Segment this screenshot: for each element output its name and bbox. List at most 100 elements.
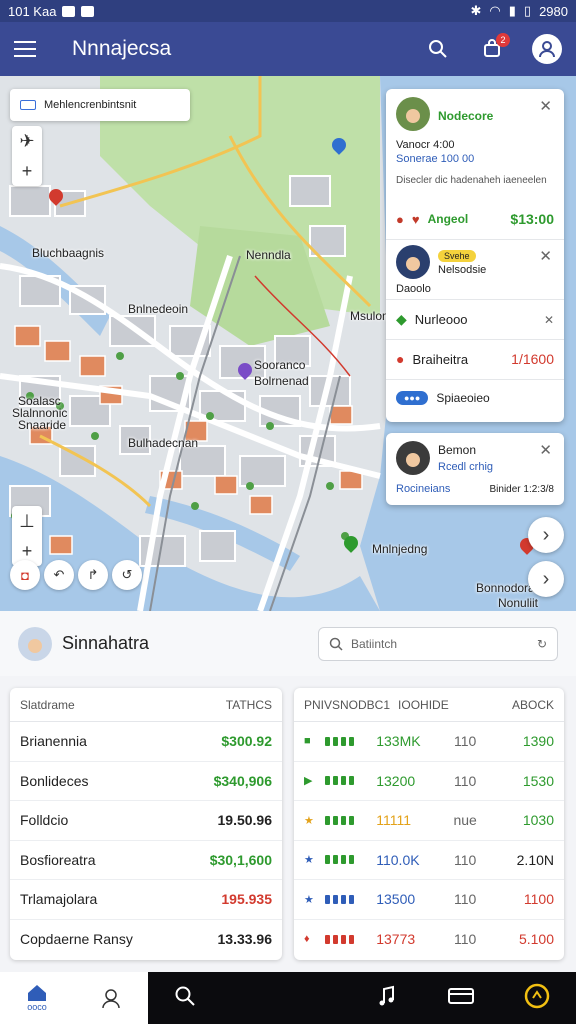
row-total: 1530 bbox=[522, 772, 554, 789]
cart-button[interactable]: 2 bbox=[478, 33, 510, 63]
close-icon[interactable]: ✕ bbox=[544, 313, 554, 327]
avatar[interactable] bbox=[18, 626, 52, 661]
next-button[interactable]: › bbox=[528, 517, 564, 553]
search-placeholder: Batiintch bbox=[351, 636, 398, 651]
row-total: 2.10N bbox=[516, 851, 554, 868]
table-row[interactable]: Bonlideces $340,906 bbox=[10, 762, 282, 801]
table-row[interactable]: Bosfioreatra $30,1,600 bbox=[10, 841, 282, 880]
table-row[interactable]: Folldcio 19.50.96 bbox=[10, 801, 282, 841]
zoom-in-icon: + bbox=[21, 540, 33, 561]
place-panel: ✕ Nodecore Vanocr 4:00 Sonerae 100 00 Di… bbox=[386, 89, 564, 422]
history-button[interactable]: ↺ bbox=[112, 560, 142, 590]
row-label: Brianennia bbox=[20, 733, 87, 750]
search-button[interactable] bbox=[424, 35, 452, 63]
nav-music[interactable] bbox=[376, 985, 398, 1012]
person-sub: Rcedl crhig bbox=[438, 461, 494, 473]
level-dots bbox=[324, 736, 377, 746]
search-icon bbox=[175, 986, 195, 1006]
tilt-button[interactable]: ↱ bbox=[78, 560, 108, 590]
row-count: 110 bbox=[453, 891, 477, 908]
row-amount: 13.33.96 bbox=[217, 931, 273, 948]
status-bar: 101 Kaa ✱ ◠ ▮ ▯ 2980 bbox=[0, 0, 576, 22]
row-count: 110 bbox=[453, 851, 477, 868]
place-description: Disecler dic hadenaheh iaeneelen bbox=[396, 175, 547, 186]
table-row[interactable]: ▶ 13200 110 1530 bbox=[294, 762, 564, 801]
location-icon: ⊥ bbox=[19, 510, 35, 531]
bluetooth-icon: ✱ bbox=[470, 3, 482, 18]
table-row[interactable]: Trlamajolara 195.935 bbox=[10, 880, 282, 920]
leaf-icon: ◆ bbox=[396, 311, 407, 327]
heart-icon: ♥ bbox=[411, 211, 420, 227]
map-label: Nenndla bbox=[246, 248, 291, 262]
record-button[interactable]: ◘ bbox=[10, 560, 40, 590]
left-table: Slatdrame TATHCS Brianennia $300.92 Bonlid… bbox=[10, 688, 282, 960]
search-icon bbox=[429, 40, 447, 58]
place-sub-2: Sonerae 100 00 bbox=[396, 153, 475, 165]
compass-icon: ✈ bbox=[19, 130, 35, 151]
map-search-chip[interactable]: Mehlencrenbintsnit bbox=[10, 89, 190, 121]
table-row[interactable]: ★ 13500 110 1100 bbox=[294, 880, 564, 920]
row-value: 11111 bbox=[376, 812, 412, 829]
card-icon bbox=[448, 987, 474, 1004]
panel-row[interactable]: ◆ Nurleooo ✕ bbox=[396, 311, 554, 328]
table-row[interactable]: ★ 11111 nue 1030 bbox=[294, 801, 564, 841]
nav-home[interactable]: ooco bbox=[26, 984, 48, 1012]
nav-search[interactable] bbox=[174, 985, 196, 1012]
person-icon bbox=[102, 989, 120, 1009]
compass-control[interactable]: ✈ + bbox=[12, 126, 42, 186]
user-name: Sinnahatra bbox=[62, 633, 150, 653]
notification-icon bbox=[62, 5, 76, 17]
table-row[interactable]: Brianennia $300.92 bbox=[10, 722, 282, 762]
map-view[interactable]: Mehlencrenbintsnit ✈ + ⊥ + ◘ ↶ ↱ ↺ Bluch… bbox=[0, 76, 576, 611]
map-label: Mnlnjedng bbox=[372, 542, 428, 556]
row-label: Bosfioreatra bbox=[20, 851, 96, 868]
table-row[interactable]: ★ 110.0K 110 2.10N bbox=[294, 841, 564, 880]
signal-icon: ▮ bbox=[508, 3, 516, 18]
avatar bbox=[396, 97, 430, 131]
row-value: 110.0K bbox=[376, 851, 420, 868]
place-sub: Vanocr 4:00 bbox=[396, 139, 455, 151]
details-link[interactable]: Rocineians bbox=[396, 483, 450, 495]
table-row[interactable]: ♦ 13773 110 5.100 bbox=[294, 920, 564, 960]
clock: 2980 bbox=[539, 3, 568, 19]
tag-icon: ● bbox=[396, 211, 404, 227]
row-label: Trlamajolara bbox=[20, 891, 98, 908]
person-card[interactable]: ✕ Bemon Rcedl crhig Rocineians Binider 1… bbox=[386, 433, 564, 505]
nav-coins[interactable] bbox=[524, 983, 550, 1014]
panel-row[interactable]: ●●● Spiaeoieo bbox=[396, 391, 554, 405]
map-label: Bluchbaagnis bbox=[32, 246, 105, 260]
map-label: Nonuliit bbox=[498, 596, 539, 610]
search-input[interactable]: Batiintch ↻ bbox=[318, 626, 558, 661]
nav-home-label: ooco bbox=[27, 1002, 47, 1012]
menu-icon[interactable] bbox=[14, 41, 36, 57]
status-text: 101 Kaa bbox=[8, 3, 57, 19]
layers-icon bbox=[20, 100, 36, 110]
row-amount: $300.92 bbox=[221, 733, 272, 750]
level-dots bbox=[324, 855, 377, 865]
rotate-button[interactable]: ↶ bbox=[44, 560, 74, 590]
refresh-icon[interactable]: ↻ bbox=[537, 637, 547, 651]
profile-button[interactable] bbox=[532, 34, 562, 64]
table-header: IOOHIDE bbox=[398, 697, 449, 712]
status-marker-icon: ♦ bbox=[304, 933, 310, 946]
map-label: Bulhadecnan bbox=[128, 436, 199, 450]
row-value: 13773 bbox=[376, 931, 416, 948]
nav-cards[interactable] bbox=[448, 986, 474, 1011]
chevron-right-icon: › bbox=[542, 567, 550, 590]
row-label: Folldcio bbox=[20, 812, 69, 829]
row-count: 110 bbox=[453, 772, 477, 789]
zoom-control[interactable]: ⊥ + bbox=[12, 506, 42, 566]
map-search-text: Mehlencrenbintsnit bbox=[44, 99, 137, 111]
row-value: 13500 bbox=[376, 891, 416, 908]
row-total: 1030 bbox=[522, 812, 554, 829]
row-label: Copdaerne Ransy bbox=[20, 931, 133, 948]
search-icon bbox=[329, 637, 343, 651]
nav-profile[interactable] bbox=[100, 987, 122, 1009]
row-amount: 19.50.96 bbox=[217, 812, 273, 829]
table-row[interactable]: Copdaerne Ransy 13.33.96 bbox=[10, 920, 282, 960]
map-label: Bonnodora bbox=[476, 581, 535, 595]
next-button[interactable]: › bbox=[528, 561, 564, 597]
table-row[interactable]: ■ 133MK 110 1390 bbox=[294, 722, 564, 762]
panel-row[interactable]: ● Braiheitra 1/1600 bbox=[396, 351, 554, 367]
app-bar: Nnnajecsa 2 bbox=[0, 22, 576, 76]
